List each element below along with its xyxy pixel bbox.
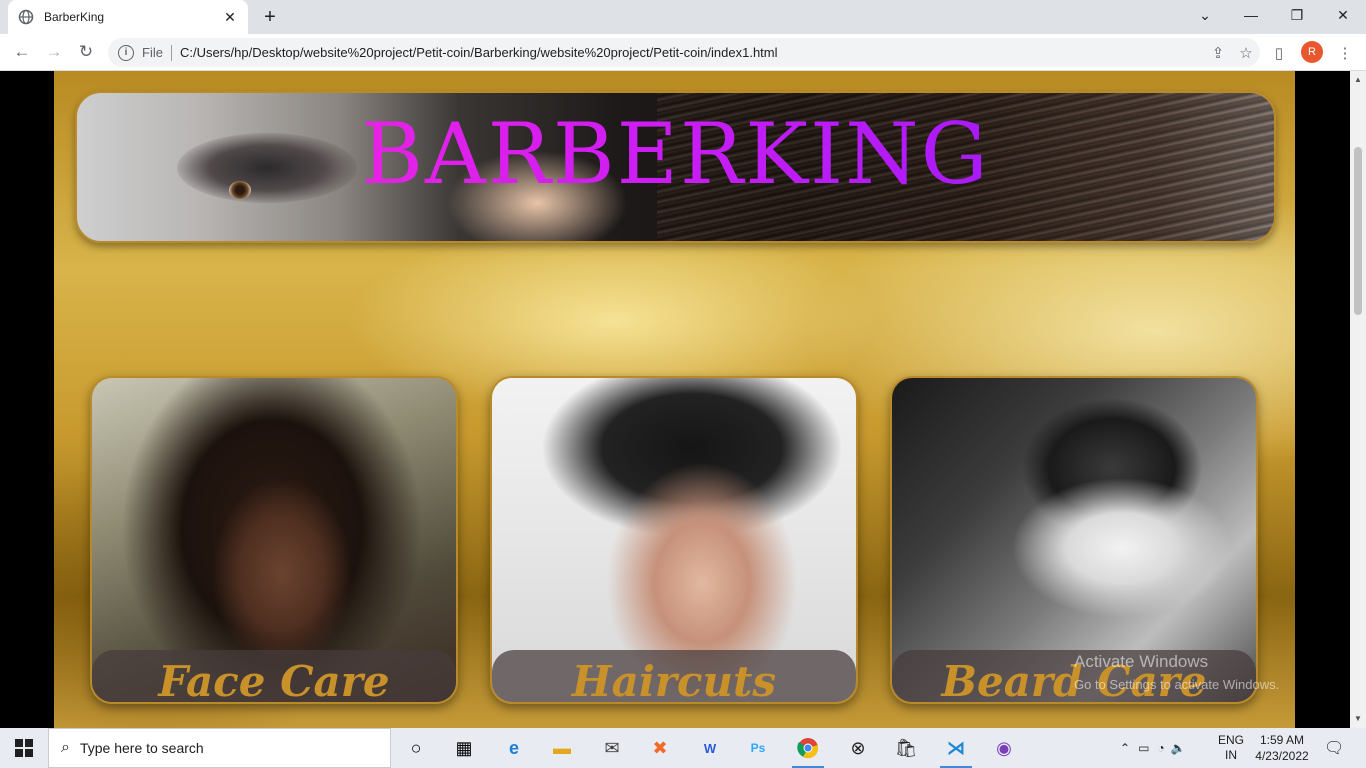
search-placeholder: Type here to search <box>79 740 204 756</box>
face-care-label: Face Care <box>158 657 390 704</box>
explorer-icon[interactable]: ▬ <box>542 728 582 768</box>
browser-toolbar: ← → ↻ i File C:/Users/hp/Desktop/website… <box>0 34 1366 71</box>
cortana-icon[interactable]: ○ <box>396 728 436 768</box>
taskview-icon[interactable]: ▦ <box>444 728 484 768</box>
avatar[interactable]: R <box>1301 41 1323 63</box>
windows-icon[interactable] <box>0 728 48 768</box>
search-icon: ⌕ <box>61 739 70 756</box>
globe-icon <box>18 9 34 25</box>
language-indicator[interactable]: ENG IN <box>1218 728 1244 768</box>
minimize-button[interactable]: — <box>1228 0 1274 30</box>
info-icon[interactable]: i <box>118 44 134 61</box>
scrollbar-thumb[interactable] <box>1354 147 1362 315</box>
tab-title: BarberKing <box>44 10 105 24</box>
photoshop-icon[interactable]: Ps <box>738 728 778 768</box>
restore-button[interactable]: ❐ <box>1274 0 1320 30</box>
face-care-card[interactable]: Face Care <box>90 376 458 704</box>
volume-icon[interactable]: 🔈 <box>1171 741 1186 755</box>
divider <box>170 44 172 61</box>
chrome-icon[interactable] <box>788 728 828 768</box>
scroll-down-icon[interactable]: ▼ <box>1354 714 1362 723</box>
header-banner: BARBERKING <box>75 91 1276 243</box>
forward-icon[interactable]: → <box>40 38 68 66</box>
notification-icon[interactable]: 🗨 <box>1324 728 1344 768</box>
time-label: 1:59 AM <box>1259 733 1305 747</box>
wifi-icon[interactable]: ◔ <box>1157 741 1164 755</box>
edge-icon[interactable]: e <box>494 728 534 768</box>
mail-icon[interactable]: ✉ <box>592 728 632 768</box>
clock[interactable]: 1:59 AM 4/23/2022 <box>1254 728 1310 768</box>
menu-icon[interactable]: ⋮ <box>1334 42 1356 64</box>
date-label: 4/23/2022 <box>1255 749 1309 763</box>
github-icon[interactable]: ◉ <box>984 728 1024 768</box>
vscode-icon[interactable]: ⋊ <box>936 728 976 768</box>
taskbar-search-input[interactable]: ⌕ Type here to search <box>48 728 391 768</box>
tab-strip: BarberKing ✕ + ⌄ — ❐ ✕ <box>0 0 1366 34</box>
address-bar[interactable]: i File C:/Users/hp/Desktop/website%20pro… <box>108 38 1260 67</box>
haircuts-label: Haircuts <box>571 657 777 704</box>
region-label: IN <box>1225 748 1237 762</box>
page-title: BARBERKING <box>77 105 1274 203</box>
close-window-button[interactable]: ✕ <box>1320 0 1366 30</box>
activation-watermark-title: Activate Windows <box>1074 652 1209 671</box>
file-scheme-label: File <box>142 45 163 60</box>
tab-search-icon[interactable]: ⌄ <box>1182 0 1228 30</box>
reload-icon[interactable]: ↻ <box>72 38 100 66</box>
store-icon[interactable]: 🛍 <box>886 728 926 768</box>
share-icon[interactable]: ⇪ <box>1204 44 1232 62</box>
gold-background: BARBERKING Face Care Haircuts Beard Care <box>54 71 1295 728</box>
close-icon[interactable]: ✕ <box>222 9 238 25</box>
haircuts-card[interactable]: Haircuts <box>490 376 858 704</box>
language-label: ENG <box>1218 733 1245 747</box>
page-scrollbar[interactable]: ▲ ▼ <box>1350 71 1366 728</box>
sidepanel-icon[interactable]: ▯ <box>1268 42 1290 64</box>
url-text[interactable]: C:/Users/hp/Desktop/website%20project/Pe… <box>180 45 1204 60</box>
scroll-up-icon[interactable]: ▲ <box>1354 75 1362 84</box>
page-viewport: BARBERKING Face Care Haircuts Beard Care <box>0 71 1350 728</box>
wps-icon[interactable]: W <box>690 728 730 768</box>
star-icon[interactable]: ☆ <box>1232 44 1260 62</box>
tray-icons[interactable]: ⌃ ▭ ◔ 🔈 <box>1120 728 1186 768</box>
xbox-icon[interactable]: ⊗ <box>838 728 878 768</box>
activation-watermark-subtitle: Go to Settings to activate Windows. <box>1074 677 1280 692</box>
plus-icon[interactable]: + <box>258 5 282 29</box>
browser-tab[interactable]: BarberKing ✕ <box>8 0 248 34</box>
back-icon[interactable]: ← <box>8 38 36 66</box>
battery-icon[interactable]: ▭ <box>1138 741 1149 755</box>
xampp-icon[interactable]: ✖ <box>640 728 680 768</box>
chevron-up-icon[interactable]: ⌃ <box>1120 741 1130 755</box>
